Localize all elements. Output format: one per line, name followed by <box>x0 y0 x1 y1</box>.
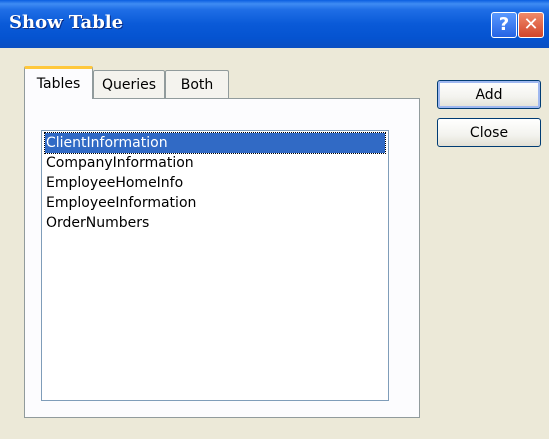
list-item-clientinformation[interactable]: ClientInformation <box>44 132 386 154</box>
title-bar[interactable]: Show Table ? ✕ <box>0 0 549 48</box>
tables-tab-panel: ClientInformation CompanyInformation Emp… <box>24 98 420 418</box>
tab-queries-label: Queries <box>101 76 157 93</box>
dialog-title: Show Table <box>9 12 124 33</box>
add-button[interactable]: Add <box>437 80 541 109</box>
tab-both-label: Both <box>180 76 214 93</box>
close-window-button[interactable]: ✕ <box>518 12 544 38</box>
close-button-label: Close <box>469 124 509 141</box>
add-button-label: Add <box>475 86 503 103</box>
close-button[interactable]: Close <box>437 118 541 147</box>
table-listbox[interactable]: ClientInformation CompanyInformation Emp… <box>41 130 389 401</box>
list-item-employeehomeinfo[interactable]: EmployeeHomeInfo <box>45 173 385 193</box>
show-table-dialog: Show Table ? ✕ Tables Queries Both Clien… <box>0 0 549 439</box>
tab-both[interactable]: Both <box>165 70 229 98</box>
help-button[interactable]: ? <box>491 12 517 38</box>
help-icon: ? <box>498 14 510 35</box>
list-item-ordernumbers[interactable]: OrderNumbers <box>45 213 385 233</box>
list-item-employeeinformation[interactable]: EmployeeInformation <box>45 193 385 213</box>
list-item-companyinformation[interactable]: CompanyInformation <box>45 153 385 173</box>
tab-tables[interactable]: Tables <box>24 66 93 99</box>
tab-queries[interactable]: Queries <box>93 70 165 98</box>
tab-tables-label: Tables <box>36 76 81 92</box>
close-icon: ✕ <box>523 14 539 35</box>
